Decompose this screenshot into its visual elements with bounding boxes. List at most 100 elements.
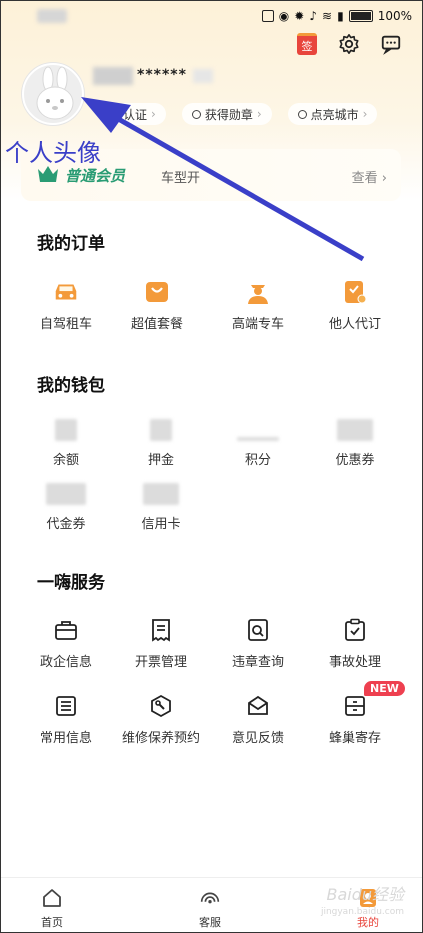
driver-icon <box>248 285 268 304</box>
chip-medals[interactable]: 获得勋章 › <box>181 103 272 125</box>
order-label: 他人代订 <box>328 317 381 332</box>
blurred-value <box>46 483 86 505</box>
service-label: 蜂巢寄存 <box>328 731 381 746</box>
service-label: 意见反馈 <box>231 731 284 746</box>
clipboard-check-icon <box>345 618 365 641</box>
wallet-balance[interactable]: 余额 <box>21 419 111 468</box>
orders-title: 我的订单 <box>37 234 105 254</box>
service-locker[interactable]: NEW 蜂巢寄存 <box>310 681 405 746</box>
chip-cities-label: 点亮城市 <box>310 107 359 122</box>
tab-customer-service[interactable]: 客服 <box>165 886 255 930</box>
briefcase-icon <box>55 621 77 640</box>
order-label: 高端专车 <box>231 317 284 332</box>
avatar[interactable] <box>22 63 84 125</box>
new-badge: NEW <box>364 681 405 696</box>
service-common-info[interactable]: 常用信息 <box>21 693 111 746</box>
service-feedback[interactable]: 意见反馈 <box>213 693 303 746</box>
order-proxy[interactable]: 他人代订 <box>310 279 400 332</box>
profile-chips: 认证 › 获得勋章 › 点亮城市 › <box>113 103 378 125</box>
annotation-label: 个人头像 <box>5 139 101 167</box>
gear-icon <box>339 34 359 54</box>
tab-service-label: 客服 <box>199 916 221 929</box>
sign-in-button[interactable]: 签 <box>296 33 318 55</box>
blurred-username <box>93 67 133 85</box>
battery-percent: 100% <box>377 9 412 23</box>
wrench-icon <box>151 694 171 718</box>
chevron-right-icon: › <box>256 107 262 121</box>
wallet-label: 信用卡 <box>141 517 181 532</box>
message-icon <box>381 35 401 55</box>
location-icon <box>297 109 307 119</box>
wallet-deposit[interactable]: 押金 <box>116 419 206 468</box>
wallet-label: 押金 <box>147 453 174 468</box>
customer-service-icon <box>200 892 220 904</box>
eye-icon: ◉ <box>278 9 290 23</box>
tab-home[interactable]: 首页 <box>7 886 97 930</box>
order-premium[interactable]: 高端专车 <box>213 279 303 332</box>
medal-icon <box>191 109 201 119</box>
service-enterprise[interactable]: 政企信息 <box>21 617 111 670</box>
settings-button[interactable] <box>338 33 360 55</box>
gear-small-icon: ✹ <box>294 9 305 23</box>
wallet-coupons[interactable]: 优惠券 <box>310 419 400 468</box>
services-title: 一嗨服务 <box>37 573 105 593</box>
app-screen: ◉ ✹ ♪ ≋ ▮ 100% 签 ****** 认证 › 获得勋章 › 点亮城市… <box>0 0 423 933</box>
blurred-time <box>37 9 67 23</box>
wallet-label: 积分 <box>244 453 271 468</box>
member-title: 普通会员 <box>65 167 126 185</box>
messages-button[interactable] <box>380 33 402 55</box>
chip-medals-label: 获得勋章 <box>204 107 253 122</box>
wallet-label: 余额 <box>52 453 79 468</box>
chip-cities[interactable]: 点亮城市 › <box>287 103 378 125</box>
service-label: 开票管理 <box>134 655 187 670</box>
proxy-order-icon <box>345 281 367 304</box>
car-icon <box>55 284 77 300</box>
member-view-link[interactable]: 查看 › <box>352 167 387 186</box>
service-invoice[interactable]: 开票管理 <box>116 617 206 670</box>
wallet-title: 我的钱包 <box>37 376 105 396</box>
chip-verify[interactable]: 认证 › <box>113 103 166 125</box>
status-bar: ◉ ✹ ♪ ≋ ▮ 100% <box>1 7 422 29</box>
blurred-value <box>143 483 179 505</box>
sign-in-icon: 签 <box>297 33 317 55</box>
blurred-value <box>55 419 77 441</box>
blurred-username-tail <box>193 69 213 83</box>
chevron-right-icon: › <box>362 107 368 121</box>
order-label: 自驾租车 <box>39 317 92 332</box>
service-label: 违章查询 <box>231 655 284 670</box>
status-icons: ◉ ✹ ♪ ≋ ▮ 100% <box>261 9 412 23</box>
top-actions: 签 <box>296 33 402 55</box>
service-maintenance[interactable]: 维修保养预约 <box>116 693 206 746</box>
order-package[interactable]: 超值套餐 <box>112 279 202 332</box>
service-accident[interactable]: 事故处理 <box>310 617 400 670</box>
blurred-value <box>237 437 279 441</box>
username: ****** <box>137 67 187 83</box>
wallet-credit-card[interactable]: 信用卡 <box>116 483 206 532</box>
violation-search-icon <box>248 619 268 641</box>
chevron-right-icon: › <box>151 107 156 121</box>
invoice-icon <box>152 619 170 642</box>
service-label: 事故处理 <box>328 655 381 670</box>
mic-icon: ♪ <box>309 9 318 23</box>
order-self-drive[interactable]: 自驾租车 <box>21 279 111 332</box>
home-icon <box>43 889 61 907</box>
wallet-vouchers[interactable]: 代金券 <box>21 483 111 532</box>
wallet-label: 代金券 <box>46 517 86 532</box>
service-label: 常用信息 <box>39 731 92 746</box>
watermark: Baidu经验 <box>326 885 404 904</box>
service-label: 政企信息 <box>39 655 92 670</box>
locker-icon <box>345 696 365 716</box>
blurred-value <box>150 419 172 441</box>
feedback-icon <box>248 695 268 715</box>
wallet-label: 优惠券 <box>335 453 375 468</box>
list-icon <box>56 696 76 716</box>
chip-verify-label: 认证 <box>123 107 148 122</box>
blurred-value <box>337 419 373 441</box>
wallet-points[interactable]: 积分 <box>213 419 303 468</box>
service-violation[interactable]: 违章查询 <box>213 617 303 670</box>
tab-home-label: 首页 <box>41 916 63 929</box>
tab-mine-label: 我的 <box>357 916 379 929</box>
battery-icon <box>348 10 373 22</box>
shopping-bag-icon <box>146 282 168 302</box>
cast-icon <box>261 10 274 22</box>
